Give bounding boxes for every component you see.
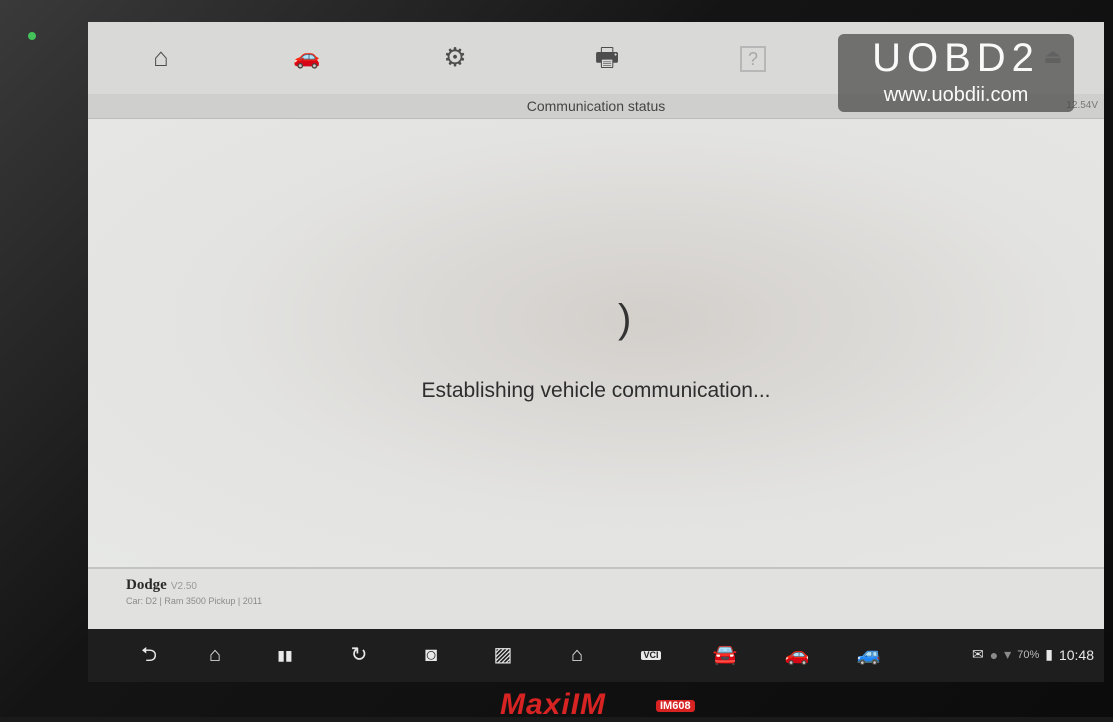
refresh-icon[interactable]: ↻ [344,642,374,668]
status-tray: ✉ ● ▾ 70% ▮ 10:48 [972,646,1094,663]
watermark-brand: UOBD2 [872,36,1040,80]
camera-icon[interactable]: ◙ [416,642,446,668]
vehicle-details: Car: D2 | Ram 3500 Pickup | 2011 [126,596,263,606]
settings-icon[interactable]: ⚙ [438,42,472,72]
vehicle-info-bar: Dodge V2.50 Car: D2 | Ram 3500 Pickup | 2… [88,567,1104,631]
device-model-badge: IM608 [656,700,695,712]
vehicle-icon[interactable]: 🚗 [290,42,324,72]
system-navigation-bar: ⮌ ⌂ ▮▮ ↻ ◙ ▨ ⌂ VCI 🚘 🚗 🚙 ✉ ● ▾ 70% ▮ 10:… [88,629,1104,682]
vci-icon[interactable]: VCI [636,642,666,668]
vehicle-make: Dodge [126,577,167,593]
help-icon[interactable]: ? [740,46,766,72]
vehicle-connected-icon[interactable]: 🚘 [710,642,740,668]
vci-badge: VCI [641,649,661,660]
screenshot-icon[interactable]: ▨ [488,642,518,668]
battery-icon: ▮ [1045,646,1053,662]
maxi-home-icon[interactable]: ⌂ [562,642,592,668]
battery-percent: 70% [1017,648,1040,661]
status-dot-icon: ● [989,646,999,663]
watermark: UOBD2 www.uobdii.com [838,34,1074,112]
camera-indicator-light [28,32,36,40]
status-message: Establishing vehicle communication... [421,379,771,402]
back-icon[interactable]: ⮌ [134,642,164,668]
loading-spinner-icon: ) [618,297,632,341]
clock: 10:48 [1058,646,1094,663]
android-home-icon[interactable]: ⌂ [200,642,230,668]
tablet-screen: ⌂ 🚗 ⚙ 🖶 ? ⏏ Communication status 12.54V … [88,22,1104,682]
home-icon[interactable]: ⌂ [144,42,178,72]
print-icon[interactable]: 🖶 [590,42,624,72]
wifi-icon: ▾ [1004,646,1012,662]
watermark-url: www.uobdii.com [883,84,1029,106]
software-version: V2.50 [170,581,197,592]
main-content: ) Establishing vehicle communication... [88,119,1104,567]
message-icon: ✉ [971,646,984,662]
recent-apps-icon[interactable]: ▮▮ [270,642,300,668]
vehicle-make-line: Dodge V2.50 [126,577,197,594]
shop-manager-icon[interactable]: 🚙 [854,642,884,668]
vehicle-menu-icon[interactable]: 🚗 [782,642,812,668]
